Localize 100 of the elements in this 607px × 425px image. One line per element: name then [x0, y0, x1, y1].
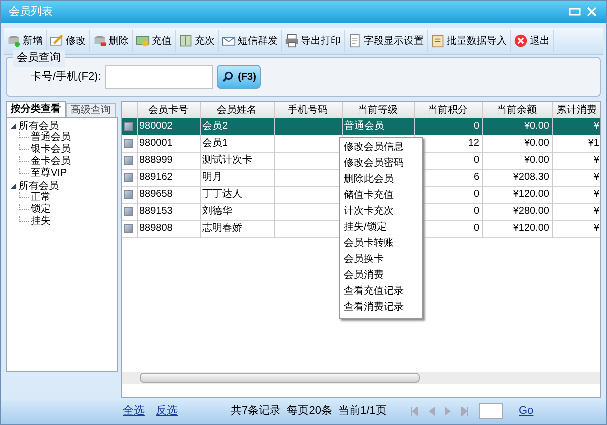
row-checkbox[interactable] — [124, 224, 133, 233]
table-cell: 12 — [468, 138, 480, 149]
table-cell: ¥ — [594, 121, 600, 132]
menu-item[interactable]: 会员消费 — [340, 268, 422, 284]
toolbar-button[interactable]: 短信群发 — [219, 30, 282, 52]
menu-item[interactable]: 查看充值记录 — [340, 284, 422, 300]
last-page-icon[interactable] — [461, 406, 469, 416]
toolbar-button[interactable]: 充值 — [133, 30, 176, 52]
tree-item[interactable]: 挂失 — [31, 216, 51, 228]
tree-item[interactable]: 银卡会员 — [31, 144, 71, 156]
printer-icon — [285, 34, 299, 48]
table-cell: ¥208.30 — [513, 172, 550, 183]
table-cell: 志明春娇 — [202, 223, 242, 234]
table-cell: 会员1 — [202, 138, 228, 149]
table-cell: 0 — [474, 206, 480, 217]
card-icon — [179, 34, 193, 48]
table-cell: ¥0.00 — [524, 121, 550, 132]
table-cell: ¥ — [594, 206, 600, 217]
window-title: 会员列表 — [9, 4, 53, 20]
table-cell: 明月 — [202, 172, 222, 183]
previous-page-icon[interactable] — [429, 406, 435, 416]
first-page-icon[interactable] — [411, 406, 419, 416]
menu-item[interactable]: 挂失/锁定 — [340, 220, 422, 236]
next-page-icon[interactable] — [445, 406, 451, 416]
database-add-icon — [7, 34, 21, 48]
table-cell: 会员2 — [202, 121, 228, 132]
table-cell: 刘德华 — [202, 206, 232, 217]
close-icon[interactable] — [586, 7, 598, 17]
toolbar-button[interactable]: 充次 — [176, 30, 219, 52]
table-cell: ¥ — [594, 172, 600, 183]
table-cell: 980001 — [140, 138, 173, 149]
table-cell: 889162 — [140, 172, 173, 183]
record-summary: 共7条记录 每页20条 当前1/1页 — [231, 404, 388, 419]
tree-item[interactable]: 正常 — [31, 192, 51, 204]
expanded-icon[interactable] — [11, 184, 16, 188]
pencil-icon — [50, 34, 64, 48]
menu-item[interactable]: 会员换卡 — [340, 252, 422, 268]
toolbar-button[interactable]: 退出 — [511, 30, 554, 52]
close-icon — [514, 34, 528, 48]
table-cell: ¥0.00 — [524, 155, 550, 166]
row-checkbox[interactable] — [124, 207, 133, 216]
table-cell: ¥120.00 — [513, 223, 550, 234]
toolbar-button[interactable]: 字段显示设置 — [345, 30, 428, 52]
row-checkbox[interactable] — [124, 173, 133, 182]
menu-item[interactable]: 储值卡充值 — [340, 188, 422, 204]
table-cell: 889808 — [140, 223, 173, 234]
page-field[interactable] — [479, 403, 503, 419]
expanded-icon[interactable] — [11, 124, 16, 128]
table-cell: ¥ — [594, 155, 600, 166]
row-checkbox[interactable] — [124, 190, 133, 199]
toolbar-button[interactable]: 批量数据导入 — [428, 30, 511, 52]
menu-item[interactable]: 会员卡转账 — [340, 236, 422, 252]
row-checkbox[interactable] — [124, 122, 133, 131]
card-number-field[interactable] — [105, 65, 214, 89]
table-cell: ¥ — [594, 189, 600, 200]
table-cell: ¥0.00 — [524, 138, 550, 149]
search-button[interactable]: (F3) — [217, 65, 262, 89]
table-cell: ¥1 — [588, 138, 600, 149]
table-cell: 0 — [474, 189, 480, 200]
table-cell: 889153 — [140, 206, 173, 217]
menu-item[interactable]: 查看消费记录 — [340, 300, 422, 316]
group-label: 会员查询 — [13, 50, 65, 66]
tree-item[interactable]: 金卡会员 — [31, 156, 71, 168]
search-icon — [222, 71, 234, 83]
table-row[interactable]: 980002 会员2 普通会员 0 ¥0.00 ¥ — [122, 118, 600, 135]
scrollbar-thumb[interactable] — [140, 373, 420, 383]
table-cell: 888999 — [140, 155, 173, 166]
table-cell: 0 — [474, 155, 480, 166]
go-link[interactable]: Go — [519, 402, 534, 420]
table-cell: 测试计次卡 — [202, 155, 252, 166]
menu-item[interactable]: 修改会员密码 — [340, 156, 422, 172]
tree-item[interactable]: 所有会员 — [19, 180, 59, 192]
footer-link[interactable]: 全选 — [123, 402, 145, 420]
money-icon — [136, 34, 150, 48]
database-delete-icon — [93, 34, 107, 48]
footer-link[interactable]: 反选 — [156, 402, 178, 420]
tree-item[interactable]: 锁定 — [31, 204, 51, 216]
toolbar-button[interactable]: 删除 — [90, 30, 133, 52]
table-cell: 980002 — [140, 121, 173, 132]
menu-item[interactable]: 计次卡充次 — [340, 204, 422, 220]
tab[interactable]: 高级查询 — [66, 103, 116, 117]
horizontal-scrollbar[interactable] — [122, 372, 600, 384]
table-cell: 丁丁达人 — [202, 189, 242, 200]
toolbar-button[interactable]: 导出打印 — [282, 30, 345, 52]
row-checkbox[interactable] — [124, 138, 133, 148]
table-cell: 889658 — [140, 189, 173, 200]
field-label: 卡号/手机(F2): — [31, 70, 102, 85]
restore-icon[interactable] — [568, 7, 582, 17]
row-checkbox[interactable] — [124, 156, 133, 165]
table-cell: ¥120.00 — [513, 189, 550, 200]
tree-item[interactable]: 至尊VIP — [31, 168, 68, 180]
table-cell: 0 — [474, 121, 480, 132]
table-cell: ¥ — [594, 223, 600, 234]
menu-item[interactable]: 删除此会员 — [340, 172, 422, 188]
table-cell: ¥280.00 — [513, 206, 550, 217]
tab[interactable]: 按分类查看 — [6, 101, 66, 117]
tree-item[interactable]: 普通会员 — [31, 132, 71, 144]
document-icon — [348, 34, 362, 48]
tree-item[interactable]: 所有会员 — [19, 120, 59, 132]
clipboard-icon — [431, 34, 445, 48]
